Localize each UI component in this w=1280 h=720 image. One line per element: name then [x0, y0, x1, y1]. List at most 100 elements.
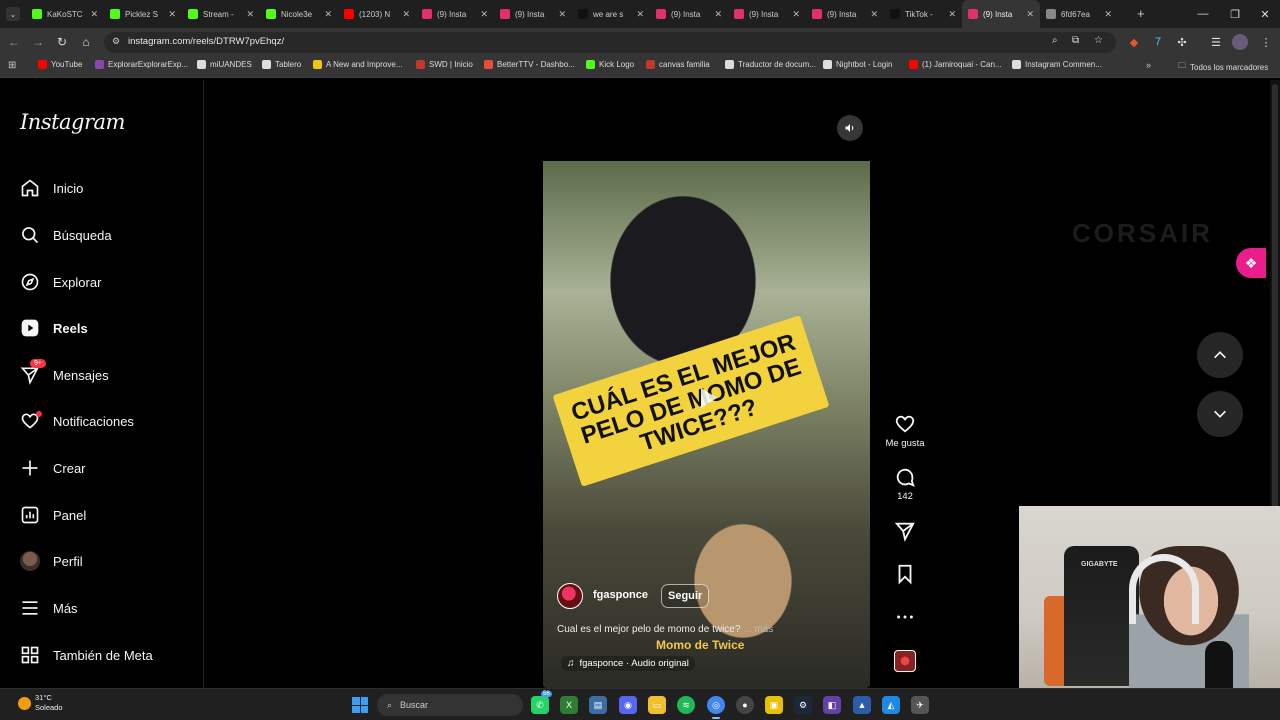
network-app-icon[interactable]: ✈ — [911, 696, 929, 714]
excel-icon[interactable]: X — [560, 696, 578, 714]
browser-tab[interactable]: (1203) N ✕ — [338, 0, 416, 28]
whatsapp-icon[interactable]: ✆ 56 — [531, 691, 552, 714]
profile-avatar-icon[interactable] — [1232, 34, 1248, 50]
extension-fox-icon[interactable]: ◆ — [1126, 34, 1142, 50]
browser-tab[interactable]: TikTok - ✕ — [884, 0, 962, 28]
browser-tab[interactable]: KaKoSTC ✕ — [26, 0, 104, 28]
app-arrow-icon[interactable]: ▲ — [853, 696, 871, 714]
browser-tab[interactable]: Picklez S ✕ — [104, 0, 182, 28]
bookmark-item[interactable]: SWD | Inicio — [416, 60, 473, 69]
close-tab-icon[interactable]: ✕ — [90, 9, 98, 20]
bookmark-item[interactable]: YouTube — [38, 60, 82, 69]
browser-tab[interactable]: (9) Insta ✕ — [806, 0, 884, 28]
share-button[interactable] — [883, 520, 927, 542]
sidebar-item-panel[interactable]: Panel — [20, 502, 86, 528]
all-bookmarks-folder[interactable]: 🗀 Todos los marcadores — [1178, 60, 1268, 74]
close-tab-icon[interactable]: ✕ — [1104, 9, 1112, 20]
browser-tab[interactable]: (9) Insta ✕ — [494, 0, 572, 28]
browser-menu-icon[interactable]: ⋮ — [1258, 34, 1274, 50]
steam-icon[interactable]: ⚙ — [794, 696, 812, 714]
close-tab-icon[interactable]: ✕ — [402, 9, 410, 20]
volume-icon[interactable] — [837, 115, 863, 141]
sidebar-item-mas[interactable]: Más — [20, 595, 78, 621]
bookmark-item[interactable]: ExplorarExplorarExp... — [95, 60, 188, 69]
comments-button[interactable]: 142 — [883, 466, 927, 502]
reel-audio-link[interactable]: ♫ fgasponce · Audio original — [561, 656, 695, 671]
browser-tab[interactable]: (9) Insta ✕ — [962, 0, 1040, 28]
close-tab-icon[interactable]: ✕ — [1026, 9, 1034, 20]
like-button[interactable]: Me gusta — [883, 413, 927, 449]
browser-tab[interactable]: we are s ✕ — [572, 0, 650, 28]
close-tab-icon[interactable]: ✕ — [636, 9, 644, 20]
sidebar-item-busqueda[interactable]: Búsqueda — [20, 222, 112, 248]
browser-tab[interactable]: (9) Insta ✕ — [416, 0, 494, 28]
reel-author-avatar[interactable] — [557, 583, 583, 609]
zoom-icon[interactable]: ⌕ — [1052, 35, 1058, 46]
sidebar-item-mensajes[interactable]: 9+ Mensajes — [20, 359, 109, 388]
bookmark-star-icon[interactable]: ☆ — [1094, 35, 1103, 46]
url-text[interactable]: instagram.com/reels/DTRW7pvEhqz/ — [128, 36, 284, 47]
browser-tab[interactable]: Nicole3e ✕ — [260, 0, 338, 28]
browser-tab[interactable]: (9) Insta ✕ — [728, 0, 806, 28]
bookmark-item[interactable]: Traductor de docum... — [725, 60, 816, 69]
reload-icon[interactable]: ↻ — [54, 34, 70, 50]
save-button[interactable] — [883, 563, 927, 585]
browser-tab[interactable]: (9) Insta ✕ — [650, 0, 728, 28]
sidebar-item-notificaciones[interactable]: Notificaciones — [20, 408, 134, 434]
taskbar-search[interactable]: ⌕ Buscar — [377, 694, 523, 716]
close-tab-icon[interactable]: ✕ — [480, 9, 488, 20]
sidebar-item-reels[interactable]: Reels — [20, 315, 88, 341]
back-icon[interactable]: ← — [6, 34, 22, 50]
reel-caption[interactable]: Cual es el mejor pelo de momo de twice? … — [557, 624, 857, 635]
follow-button[interactable]: Seguir — [661, 584, 710, 608]
spotify-icon[interactable]: ≋ — [677, 696, 695, 714]
extension-floating-icon[interactable]: ❖ — [1236, 248, 1266, 278]
sidebar-item-crear[interactable]: Crear — [20, 455, 86, 481]
next-reel-button[interactable] — [1197, 391, 1243, 437]
close-window-icon[interactable]: ✕ — [1248, 0, 1280, 28]
photos-icon[interactable]: ◭ — [882, 696, 900, 714]
tab-list-icon[interactable]: ☰ — [1208, 34, 1224, 50]
bookmark-item[interactable]: Instagram Commen... — [1012, 60, 1102, 69]
more-bookmarks-icon[interactable]: » — [1146, 60, 1151, 70]
windows-start-icon[interactable] — [352, 697, 368, 713]
bookmark-item[interactable]: Nightbot - Login — [823, 60, 892, 69]
chrome-icon[interactable]: ◎ — [707, 696, 725, 719]
file-explorer-icon[interactable]: ▭ — [648, 696, 666, 714]
sidebar-item-inicio[interactable]: Inicio — [20, 175, 83, 201]
bookmark-item[interactable]: A New and Improve... — [313, 60, 402, 69]
twitch-icon[interactable]: ◧ — [823, 696, 841, 714]
reel-player[interactable]: CUÁL ES EL MEJOR PELO DE MOMO DE TWICE??… — [543, 107, 870, 688]
browser-tab[interactable]: 6fd67ea ✕ — [1040, 0, 1118, 28]
minimize-icon[interactable]: — — [1186, 0, 1220, 28]
close-tab-icon[interactable]: ✕ — [246, 9, 254, 20]
discord-icon[interactable]: ◉ — [619, 696, 637, 714]
play-icon[interactable] — [692, 383, 722, 413]
forward-icon[interactable]: → — [30, 34, 46, 50]
apps-grid-icon[interactable]: ⊞ — [8, 60, 16, 71]
reel-author-username[interactable]: fgasponce — [593, 589, 648, 601]
bookmark-item[interactable]: Kick Logo — [586, 60, 634, 69]
close-tab-icon[interactable]: ✕ — [324, 9, 332, 20]
caption-more-link[interactable]: ... más — [743, 624, 773, 635]
maximize-icon[interactable]: ❐ — [1218, 0, 1252, 28]
bookmark-item[interactable]: miUANDES — [197, 60, 252, 69]
new-tab-button[interactable]: + — [1137, 6, 1145, 21]
sticky-notes-icon[interactable]: ▣ — [765, 696, 783, 714]
extensions-icon[interactable]: ✣ — [1174, 34, 1190, 50]
home-button-icon[interactable]: ⌂ — [78, 34, 94, 50]
address-bar[interactable]: ⚙ instagram.com/reels/DTRW7pvEhqz/ ⌕ ⧉ ☆ — [104, 32, 1116, 53]
bookmark-item[interactable]: Tablero — [262, 60, 301, 69]
previous-reel-button[interactable] — [1197, 332, 1243, 378]
close-tab-icon[interactable]: ✕ — [168, 9, 176, 20]
bookmark-item[interactable]: BetterTTV - Dashbo... — [484, 60, 575, 69]
obs-icon[interactable]: ● — [736, 696, 754, 714]
bookmark-item[interactable]: canvas familia — [646, 60, 710, 69]
site-info-icon[interactable]: ⚙ — [112, 36, 120, 47]
browser-tab[interactable]: Stream - ✕ — [182, 0, 260, 28]
close-tab-icon[interactable]: ✕ — [948, 9, 956, 20]
bookmark-item[interactable]: (1) Jamiroquai - Can... — [909, 60, 1002, 69]
instagram-logo[interactable]: Instagram — [20, 110, 125, 134]
extension-7tv-icon[interactable]: 7 — [1150, 34, 1166, 50]
close-tab-icon[interactable]: ✕ — [558, 9, 566, 20]
